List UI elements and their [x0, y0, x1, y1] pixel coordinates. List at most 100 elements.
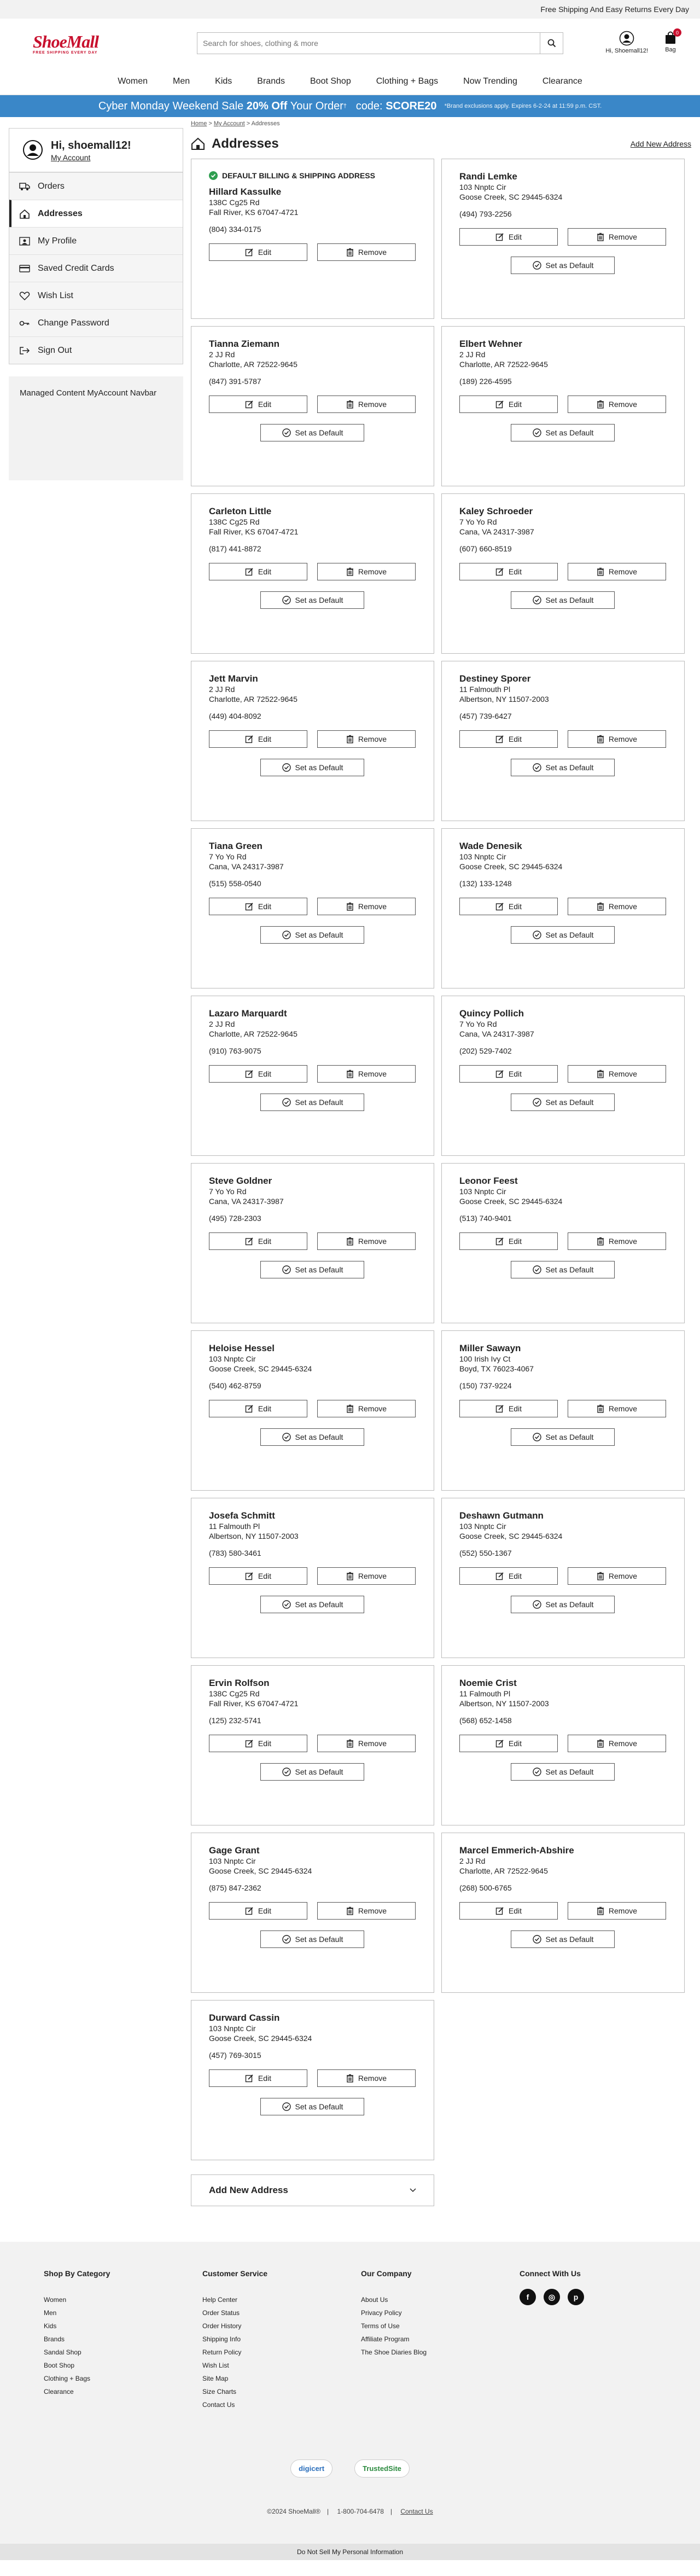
remove-address-button[interactable]: Remove: [567, 1567, 666, 1585]
footer-link[interactable]: Site Map: [202, 2372, 361, 2385]
footer-link[interactable]: Size Charts: [202, 2385, 361, 2398]
facebook-icon[interactable]: f: [520, 2289, 536, 2305]
remove-address-button[interactable]: Remove: [317, 1232, 416, 1250]
pinterest-icon[interactable]: p: [568, 2289, 584, 2305]
set-default-button[interactable]: Set as Default: [260, 1596, 365, 1613]
remove-address-button[interactable]: Remove: [567, 563, 666, 580]
add-new-address-link[interactable]: Add New Address: [631, 139, 691, 148]
sidebar-item-my-profile[interactable]: My Profile: [9, 227, 183, 254]
set-default-button[interactable]: Set as Default: [260, 1930, 365, 1948]
remove-address-button[interactable]: Remove: [317, 2069, 416, 2087]
nav-clothing-bags[interactable]: Clothing + Bags: [364, 77, 451, 86]
footer-link[interactable]: Men: [44, 2306, 202, 2319]
remove-address-button[interactable]: Remove: [567, 228, 666, 246]
site-logo[interactable]: ShoeMall FREE SHIPPING EVERY DAY: [33, 32, 120, 55]
edit-address-button[interactable]: Edit: [459, 898, 558, 915]
remove-address-button[interactable]: Remove: [317, 1902, 416, 1920]
sidebar-item-addresses[interactable]: Addresses: [9, 200, 183, 227]
set-default-button[interactable]: Set as Default: [260, 424, 365, 441]
nav-boot-shop[interactable]: Boot Shop: [298, 77, 364, 86]
edit-address-button[interactable]: Edit: [459, 1567, 558, 1585]
remove-address-button[interactable]: Remove: [567, 1065, 666, 1083]
sidebar-item-orders[interactable]: Orders: [9, 172, 183, 200]
do-not-sell-link[interactable]: Do Not Sell My Personal Information: [0, 2544, 700, 2560]
footer-contact-link[interactable]: Contact Us: [400, 2508, 433, 2515]
remove-address-button[interactable]: Remove: [567, 898, 666, 915]
edit-address-button[interactable]: Edit: [208, 1400, 307, 1417]
footer-link[interactable]: The Shoe Diaries Blog: [361, 2346, 520, 2359]
set-default-button[interactable]: Set as Default: [260, 1428, 365, 1446]
sidebar-item-wish-list[interactable]: Wish List: [9, 282, 183, 309]
remove-address-button[interactable]: Remove: [317, 396, 416, 413]
footer-link[interactable]: Privacy Policy: [361, 2306, 520, 2319]
account-menu[interactable]: Hi, Shoemall12!: [605, 31, 648, 54]
edit-address-button[interactable]: Edit: [208, 2069, 307, 2087]
breadcrumb-home[interactable]: Home: [191, 120, 207, 127]
footer-link[interactable]: Clearance: [44, 2385, 202, 2398]
remove-address-button[interactable]: Remove: [567, 1902, 666, 1920]
edit-address-button[interactable]: Edit: [459, 1902, 558, 1920]
footer-link[interactable]: Brands: [44, 2333, 202, 2346]
remove-address-button[interactable]: Remove: [567, 396, 666, 413]
nav-men[interactable]: Men: [160, 77, 202, 86]
footer-link[interactable]: Women: [44, 2293, 202, 2306]
edit-address-button[interactable]: Edit: [208, 898, 307, 915]
set-default-button[interactable]: Set as Default: [511, 257, 615, 274]
remove-address-button[interactable]: Remove: [567, 1232, 666, 1250]
nav-women[interactable]: Women: [105, 77, 160, 86]
set-default-button[interactable]: Set as Default: [260, 759, 365, 776]
edit-address-button[interactable]: Edit: [459, 396, 558, 413]
set-default-button[interactable]: Set as Default: [260, 591, 365, 609]
remove-address-button[interactable]: Remove: [317, 1065, 416, 1083]
edit-address-button[interactable]: Edit: [208, 243, 307, 261]
footer-link[interactable]: Return Policy: [202, 2346, 361, 2359]
edit-address-button[interactable]: Edit: [208, 1735, 307, 1752]
search-button[interactable]: [540, 33, 563, 54]
footer-link[interactable]: About Us: [361, 2293, 520, 2306]
set-default-button[interactable]: Set as Default: [260, 1763, 365, 1781]
edit-address-button[interactable]: Edit: [459, 1065, 558, 1083]
remove-address-button[interactable]: Remove: [317, 1567, 416, 1585]
footer-link[interactable]: Sandal Shop: [44, 2346, 202, 2359]
set-default-button[interactable]: Set as Default: [511, 759, 615, 776]
instagram-icon[interactable]: ◎: [544, 2289, 560, 2305]
sidebar-item-saved-credit-cards[interactable]: Saved Credit Cards: [9, 254, 183, 282]
breadcrumb-my-account[interactable]: My Account: [214, 120, 245, 127]
remove-address-button[interactable]: Remove: [317, 243, 416, 261]
edit-address-button[interactable]: Edit: [208, 396, 307, 413]
remove-address-button[interactable]: Remove: [317, 1400, 416, 1417]
footer-link[interactable]: Terms of Use: [361, 2319, 520, 2333]
my-account-link[interactable]: My Account: [51, 153, 131, 162]
trustedsite-seal[interactable]: TrustedSite: [354, 2459, 410, 2478]
remove-address-button[interactable]: Remove: [317, 1735, 416, 1752]
set-default-button[interactable]: Set as Default: [511, 1930, 615, 1948]
footer-link[interactable]: Help Center: [202, 2293, 361, 2306]
edit-address-button[interactable]: Edit: [459, 730, 558, 748]
remove-address-button[interactable]: Remove: [317, 898, 416, 915]
nav-kids[interactable]: Kids: [202, 77, 244, 86]
edit-address-button[interactable]: Edit: [208, 1902, 307, 1920]
edit-address-button[interactable]: Edit: [208, 563, 307, 580]
footer-link[interactable]: Contact Us: [202, 2398, 361, 2411]
remove-address-button[interactable]: Remove: [317, 730, 416, 748]
footer-link[interactable]: Order History: [202, 2319, 361, 2333]
sidebar-item-sign-out[interactable]: Sign Out: [9, 336, 183, 364]
edit-address-button[interactable]: Edit: [208, 1232, 307, 1250]
footer-link[interactable]: Clothing + Bags: [44, 2372, 202, 2385]
footer-link[interactable]: Kids: [44, 2319, 202, 2333]
edit-address-button[interactable]: Edit: [459, 228, 558, 246]
set-default-button[interactable]: Set as Default: [511, 926, 615, 944]
set-default-button[interactable]: Set as Default: [511, 1763, 615, 1781]
set-default-button[interactable]: Set as Default: [511, 1428, 615, 1446]
set-default-button[interactable]: Set as Default: [511, 1094, 615, 1111]
digicert-seal[interactable]: digicert: [290, 2459, 333, 2478]
set-default-button[interactable]: Set as Default: [260, 1094, 365, 1111]
bag-button[interactable]: 0 Bag: [664, 28, 681, 53]
edit-address-button[interactable]: Edit: [459, 1735, 558, 1752]
set-default-button[interactable]: Set as Default: [511, 1261, 615, 1278]
search-input[interactable]: [197, 33, 540, 54]
set-default-button[interactable]: Set as Default: [260, 926, 365, 944]
set-default-button[interactable]: Set as Default: [511, 1596, 615, 1613]
remove-address-button[interactable]: Remove: [317, 563, 416, 580]
sidebar-item-change-password[interactable]: Change Password: [9, 309, 183, 336]
